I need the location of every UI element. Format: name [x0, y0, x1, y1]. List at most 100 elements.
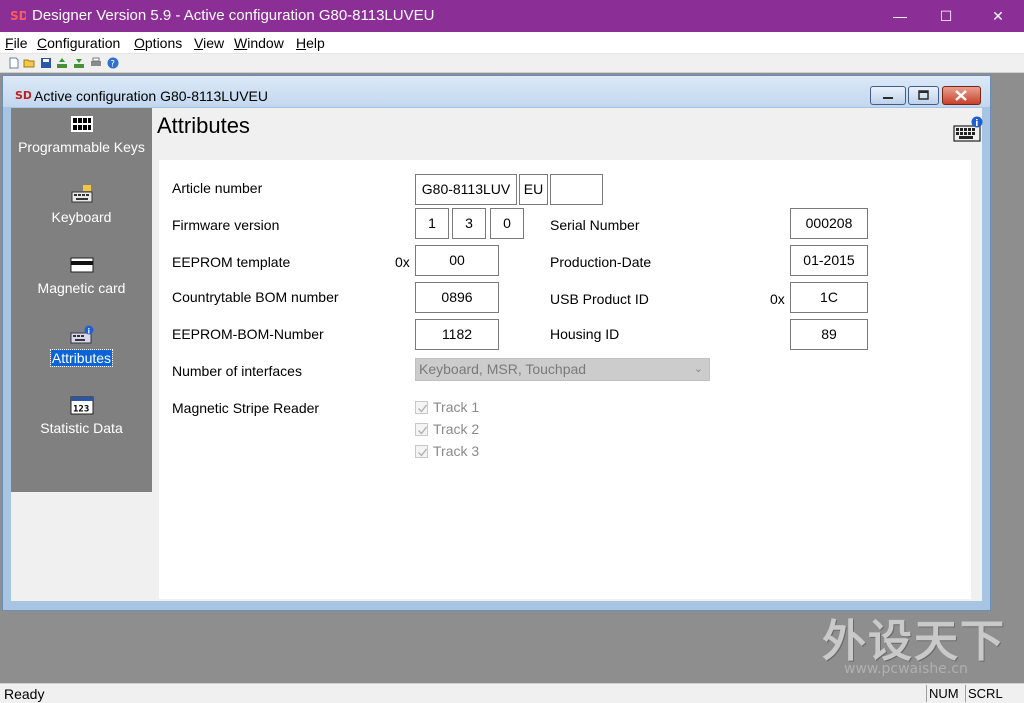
statusbar: Ready NUM SCRL [0, 683, 1024, 703]
child-minimize-button[interactable] [870, 86, 906, 105]
usb-product-id-field[interactable]: 1C [790, 282, 868, 313]
menu-configuration[interactable]: Configuration [37, 35, 120, 51]
watermark-logo-text: 外设天下 [822, 616, 1006, 667]
sidebar-item-statistic-data[interactable]: 123 Statistic Data [11, 395, 152, 436]
chevron-down-icon: ⌄ [693, 363, 703, 375]
track-2-label: Track 2 [433, 421, 480, 437]
sidebar-item-label: Keyboard [51, 209, 112, 225]
menu-view[interactable]: View [194, 35, 224, 51]
serial-number-field[interactable]: 000208 [790, 208, 868, 239]
checkmark-icon [418, 404, 428, 413]
child-window-title: Active configuration G80-8113LUVEU [34, 88, 268, 104]
production-date-label: Production-Date [550, 254, 652, 270]
eeprom-template-hex-prefix: 0x [395, 254, 410, 270]
article-number-suffix-field[interactable]: EU [519, 174, 548, 205]
magnetic-card-icon [70, 257, 93, 273]
countrytable-bom-field[interactable]: 0896 [415, 282, 499, 313]
open-folder-icon[interactable] [23, 57, 35, 69]
track-3-checkbox[interactable]: Track 3 [415, 443, 495, 461]
attributes-icon: i [70, 325, 93, 344]
housing-id-field[interactable]: 89 [790, 319, 868, 350]
menu-window[interactable]: Window [234, 35, 284, 51]
track-1-checkbox[interactable]: Track 1 [415, 399, 495, 417]
eeprom-bom-label: EEPROM-BOM-Number [172, 326, 324, 342]
download-icon[interactable] [73, 57, 85, 69]
firmware-minor-field[interactable]: 3 [452, 208, 486, 239]
menu-help[interactable]: Help [296, 35, 325, 51]
firmware-major-field[interactable]: 1 [415, 208, 449, 239]
status-text: Ready [4, 686, 45, 702]
restore-icon [918, 90, 929, 100]
help-icon[interactable]: ? [107, 57, 119, 69]
eeprom-template-label: EEPROM template [172, 254, 291, 270]
number-of-interfaces-label: Number of interfaces [172, 363, 302, 379]
attributes-panel: Article number Firmware version EEPROM t… [159, 160, 971, 599]
child-close-button[interactable] [942, 86, 981, 105]
eeprom-template-field[interactable]: 00 [415, 245, 499, 276]
sidebar-item-attributes[interactable]: i Attributes [11, 325, 152, 367]
maximize-button[interactable]: ☐ [923, 0, 969, 32]
sidebar-item-label: Magnetic card [37, 280, 126, 296]
minimize-icon [883, 97, 893, 99]
minimize-button[interactable]: — [877, 0, 923, 32]
menu-file[interactable]: File [5, 35, 28, 51]
firmware-version-label: Firmware version [172, 217, 280, 233]
num-lock-indicator: NUM [926, 685, 964, 702]
track-3-label: Track 3 [433, 443, 480, 459]
minimize-icon: — [893, 8, 907, 24]
toolbar: ? [0, 54, 1024, 73]
statistic-data-icon: 123 [70, 396, 93, 415]
article-number-extra-field[interactable] [550, 174, 603, 205]
menu-options[interactable]: Options [134, 35, 182, 51]
svg-text:?: ? [110, 60, 115, 70]
serial-number-label: Serial Number [550, 217, 640, 233]
checkbox-box [415, 401, 428, 414]
page-title: Attributes [157, 113, 250, 138]
app-logo-icon: SD [10, 9, 26, 22]
checkbox-box [415, 423, 428, 436]
number-of-interfaces-dropdown[interactable]: Keyboard, MSR, Touchpad ⌄ [415, 358, 710, 381]
scroll-lock-indicator: SCRL [965, 685, 1005, 702]
usb-product-id-hex-prefix: 0x [770, 291, 785, 307]
window-titlebar: SD Designer Version 5.9 - Active configu… [0, 0, 1024, 32]
keyboard-icon [71, 185, 92, 203]
child-restore-button[interactable] [908, 86, 939, 105]
housing-id-label: Housing ID [550, 326, 620, 342]
save-icon[interactable] [40, 57, 52, 69]
svg-text:SD: SD [10, 9, 26, 22]
child-window-titlebar: SD Active configuration G80-8113LUVEU [3, 76, 990, 107]
sidebar-item-magnetic-card[interactable]: Magnetic card [11, 255, 152, 296]
checkbox-box [415, 445, 428, 458]
upload-icon[interactable] [56, 57, 68, 69]
article-number-label: Article number [172, 180, 263, 196]
track-2-checkbox[interactable]: Track 2 [415, 421, 495, 439]
print-icon[interactable] [90, 57, 102, 69]
sidebar-item-label: Programmable Keys [18, 139, 145, 155]
sidebar-item-keyboard[interactable]: Keyboard [11, 184, 152, 225]
svg-text:i: i [87, 327, 89, 335]
child-logo-icon: SD [15, 89, 31, 100]
menubar: File Configuration Options View Window H… [0, 32, 1024, 54]
checkmark-icon [418, 426, 428, 435]
article-number-field[interactable]: G80-8113LUV [415, 174, 517, 205]
close-button[interactable]: ✕ [975, 0, 1021, 32]
usb-product-id-label: USB Product ID [550, 291, 649, 307]
sidebar: Programmable Keys Keyboard Magnetic card… [11, 108, 152, 492]
countrytable-bom-label: Countrytable BOM number [172, 289, 339, 305]
new-file-icon[interactable] [8, 57, 20, 69]
number-of-interfaces-value: Keyboard, MSR, Touchpad [419, 361, 587, 377]
firmware-patch-field[interactable]: 0 [490, 208, 524, 239]
svg-text:123: 123 [73, 405, 89, 415]
sidebar-item-label: Statistic Data [40, 420, 123, 436]
eeprom-bom-field[interactable]: 1182 [415, 319, 499, 350]
svg-text:i: i [975, 119, 978, 129]
close-icon: ✕ [992, 7, 1004, 24]
close-icon [955, 90, 967, 101]
sidebar-item-programmable-keys[interactable]: Programmable Keys [11, 114, 152, 155]
track-1-label: Track 1 [433, 399, 480, 415]
programmable-keys-icon [70, 116, 93, 132]
production-date-field[interactable]: 01-2015 [790, 245, 868, 276]
watermark-url: www.pcwaishe.cn [844, 661, 968, 677]
svg-text:SD: SD [15, 89, 31, 100]
msr-label: Magnetic Stripe Reader [172, 400, 320, 416]
